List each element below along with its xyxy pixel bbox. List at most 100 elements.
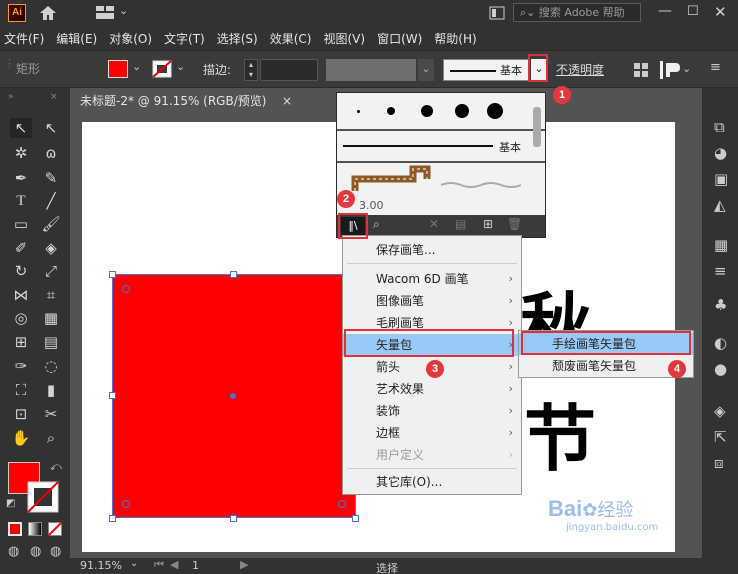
next-artboard-icon[interactable]: ▶ bbox=[240, 558, 248, 571]
export-icon[interactable]: ⇱ bbox=[714, 428, 727, 446]
eraser-tool-icon[interactable]: ◈ bbox=[40, 238, 62, 258]
brush-dot[interactable] bbox=[487, 103, 503, 119]
draw-normal-icon[interactable]: ◍ bbox=[8, 544, 19, 559]
menu-help[interactable]: 帮助(H) bbox=[434, 30, 476, 47]
profile-dropdown-icon[interactable]: ⌄ bbox=[418, 59, 434, 81]
color-palette-icon[interactable]: ◕ bbox=[714, 144, 727, 162]
corner-widget[interactable] bbox=[338, 500, 346, 508]
selection-handle[interactable] bbox=[109, 515, 116, 522]
artboard-number[interactable]: 1 bbox=[192, 559, 199, 572]
corner-widget[interactable] bbox=[122, 285, 130, 293]
prev-artboard-icon[interactable]: ◀ bbox=[170, 558, 178, 571]
menu-borders[interactable]: 边框 › bbox=[343, 422, 521, 444]
layers-icon[interactable]: ◈ bbox=[714, 402, 726, 420]
swap-colors-icon[interactable]: ⤺ bbox=[50, 460, 62, 474]
place-brush-icon[interactable]: ⌕ bbox=[373, 217, 380, 232]
gradient-panel-icon[interactable]: ◭ bbox=[714, 196, 726, 214]
minimize-icon[interactable]: — bbox=[658, 3, 672, 19]
first-artboard-icon[interactable]: ⏮ bbox=[154, 558, 164, 572]
brushes-panel-icon[interactable]: ♣ bbox=[714, 296, 727, 314]
home-icon[interactable] bbox=[38, 5, 58, 21]
close-tab-icon[interactable]: × bbox=[282, 90, 292, 112]
brush-dot[interactable] bbox=[387, 107, 395, 115]
menu-decorative[interactable]: 装饰 › bbox=[343, 400, 521, 422]
rectangle-tool-icon[interactable]: ▭ bbox=[10, 214, 32, 234]
layers-stack-icon[interactable]: ⧉ bbox=[714, 118, 725, 136]
menu-select[interactable]: 选择(S) bbox=[217, 30, 258, 47]
document-icon[interactable]: ▣ bbox=[714, 170, 728, 188]
new-brush-icon[interactable]: ⊞ bbox=[483, 217, 493, 231]
document-tab[interactable]: 未标题-2* @ 91.15% (RGB/预览) × bbox=[72, 90, 300, 112]
artboards-icon[interactable]: ⧈ bbox=[714, 454, 724, 472]
mesh-tool-icon[interactable]: ⊞ bbox=[10, 332, 32, 352]
menu-wacom-6d[interactable]: Wacom 6D 画笔 › bbox=[343, 268, 521, 290]
rotate-tool-icon[interactable]: ↻ bbox=[10, 261, 32, 281]
menu-file[interactable]: 文件(F) bbox=[4, 30, 44, 47]
eyedropper-tool-icon[interactable]: ✑ bbox=[10, 356, 32, 376]
stroke-color-swatch[interactable] bbox=[26, 480, 60, 514]
zoom-tool-icon[interactable]: ⌕ bbox=[40, 428, 62, 448]
menu-object[interactable]: 对象(O) bbox=[109, 30, 152, 47]
none-mode-button[interactable] bbox=[48, 522, 62, 536]
stroke-panel-icon[interactable]: ≡ bbox=[714, 262, 727, 280]
selection-handle[interactable] bbox=[352, 515, 359, 522]
type-tool-icon[interactable]: T bbox=[10, 191, 32, 211]
lasso-tool-icon[interactable]: ɷ bbox=[40, 143, 62, 163]
fill-swatch[interactable] bbox=[108, 60, 128, 78]
variable-width-profile[interactable] bbox=[326, 59, 416, 81]
menu-view[interactable]: 视图(V) bbox=[323, 30, 365, 47]
close-icon[interactable]: ✕ bbox=[714, 3, 727, 21]
shaper-tool-icon[interactable]: ✐ bbox=[10, 238, 32, 258]
menu-image-brush[interactable]: 图像画笔 › bbox=[343, 290, 521, 312]
menu-type[interactable]: 文字(T) bbox=[164, 30, 205, 47]
menu-window[interactable]: 窗口(W) bbox=[377, 30, 422, 47]
magic-wand-tool-icon[interactable]: ✲ bbox=[10, 143, 32, 163]
selection-handle[interactable] bbox=[230, 515, 237, 522]
brush-definition-field[interactable]: 基本 bbox=[443, 59, 529, 81]
default-colors-icon[interactable]: ◩ bbox=[6, 498, 15, 509]
swatches-icon[interactable]: ▦ bbox=[714, 236, 728, 254]
remove-stroke-icon[interactable]: ✕ bbox=[429, 217, 439, 231]
color-mode-button[interactable] bbox=[8, 522, 22, 536]
line-tool-icon[interactable]: ╱ bbox=[40, 191, 62, 211]
perspective-grid-tool-icon[interactable]: ▦ bbox=[40, 308, 62, 328]
brush-dot[interactable] bbox=[421, 105, 433, 117]
brush-dot[interactable] bbox=[455, 104, 469, 118]
arrange-documents-icon[interactable] bbox=[96, 6, 116, 20]
direct-selection-tool-icon[interactable]: ↖ bbox=[40, 118, 62, 138]
close-panel-icon[interactable]: × bbox=[50, 92, 58, 102]
menu-save-brushes[interactable]: 保存画笔... bbox=[343, 239, 521, 261]
opacity-label[interactable]: 不透明度 bbox=[556, 61, 604, 78]
menu-edit[interactable]: 编辑(E) bbox=[56, 30, 97, 47]
artboard-tool-icon[interactable]: ⊡ bbox=[10, 404, 32, 424]
brush-panel-scrollbar[interactable] bbox=[533, 107, 541, 147]
maximize-icon[interactable]: ☐ bbox=[687, 4, 699, 19]
selection-handle[interactable] bbox=[230, 271, 237, 278]
brush-pattern-row[interactable] bbox=[337, 163, 545, 197]
draw-inside-icon[interactable]: ◍ bbox=[50, 544, 61, 559]
selection-tool-icon[interactable]: ↖ bbox=[10, 118, 32, 138]
slice-tool-icon[interactable]: ✂ bbox=[40, 404, 62, 424]
transform-dropdown-icon[interactable]: ⌄ bbox=[682, 62, 691, 75]
draw-behind-icon[interactable]: ◍ bbox=[30, 544, 41, 559]
submenu-grunge-pack[interactable]: 颓废画笔矢量包 bbox=[519, 355, 693, 377]
stroke-stepper[interactable]: ▴ ▾ bbox=[244, 59, 258, 81]
hand-tool-icon[interactable]: ✋ bbox=[10, 428, 32, 448]
gradient-mode-button[interactable] bbox=[28, 522, 42, 536]
chevron-down-icon[interactable]: ⌄ bbox=[119, 4, 128, 17]
graph-tool-icon[interactable]: ▮ bbox=[40, 380, 62, 400]
search-input[interactable]: ⌕⌄ 搜索 Adobe 帮助 bbox=[513, 3, 641, 22]
control-menu-icon[interactable]: ≡ bbox=[710, 60, 721, 75]
corner-widget[interactable] bbox=[122, 500, 130, 508]
transparency-icon[interactable]: ● bbox=[714, 360, 727, 378]
delete-brush-icon[interactable]: 🗑 bbox=[507, 217, 522, 231]
width-tool-icon[interactable]: ⋈ bbox=[10, 285, 32, 305]
menu-other-library[interactable]: 其它库(O)... bbox=[343, 471, 521, 493]
brush-dot[interactable] bbox=[357, 110, 360, 113]
scale-tool-icon[interactable]: ⤢ bbox=[40, 261, 62, 281]
panel-toggle-icon[interactable] bbox=[489, 6, 505, 20]
selection-handle[interactable] bbox=[109, 392, 116, 399]
symbol-sprayer-tool-icon[interactable]: ⛶ bbox=[10, 380, 32, 400]
collapse-icon[interactable]: » bbox=[8, 92, 14, 102]
menu-effect[interactable]: 效果(C) bbox=[270, 30, 312, 47]
